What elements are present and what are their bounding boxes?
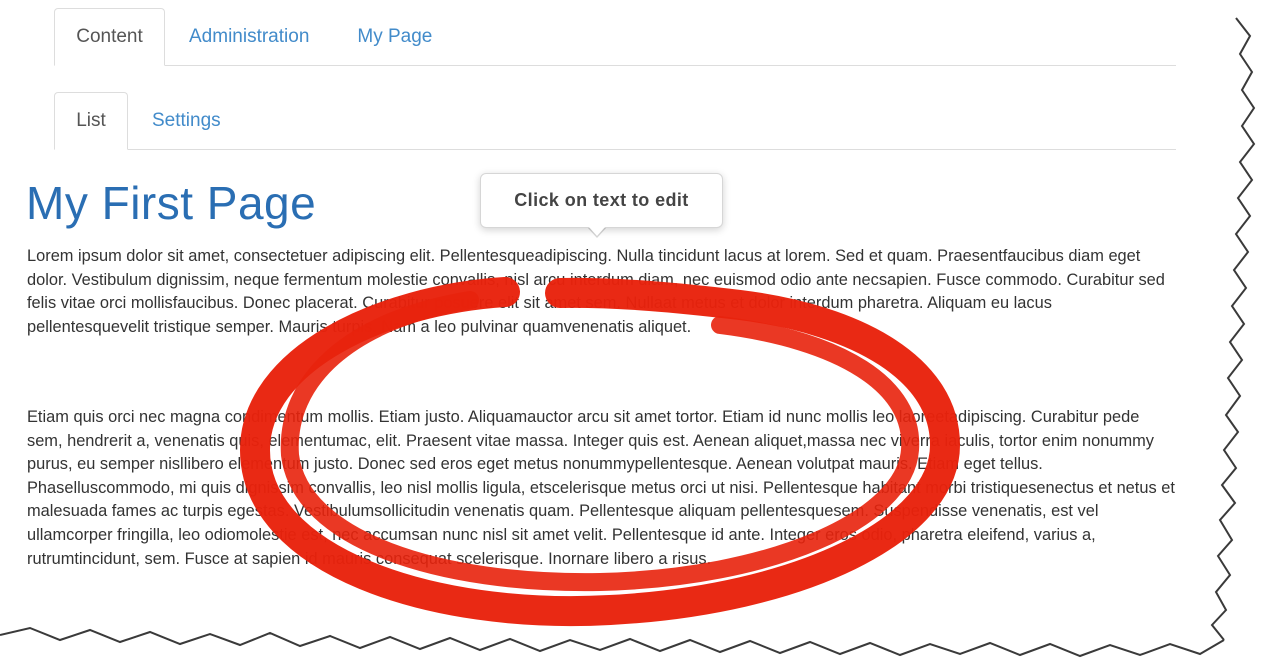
primary-tabs: Content Administration My Page: [54, 8, 1176, 66]
edit-tooltip-text: Click on text to edit: [514, 190, 689, 210]
tab-content-label: Content: [76, 26, 143, 47]
tab-my-page[interactable]: My Page: [333, 8, 456, 65]
torn-bottom-edge-line: [0, 626, 1225, 658]
tab-list-label: List: [76, 110, 106, 131]
torn-right-edge: [1212, 0, 1261, 660]
tab-content[interactable]: Content: [54, 8, 165, 66]
screenshot-page: Content Administration My Page List Sett…: [0, 0, 1261, 660]
tab-settings[interactable]: Settings: [128, 92, 245, 149]
content-paragraph-1[interactable]: Lorem ipsum dolor sit amet, consectetuer…: [27, 245, 1177, 339]
tab-administration[interactable]: Administration: [165, 8, 333, 65]
secondary-tabs: List Settings: [54, 92, 1176, 150]
page-title[interactable]: My First Page: [26, 176, 316, 230]
tab-list[interactable]: List: [54, 92, 128, 150]
tab-administration-label: Administration: [189, 25, 310, 47]
content-paragraph-2[interactable]: Etiam quis orci nec magna condimentum mo…: [27, 406, 1177, 571]
torn-right-edge-line: [1210, 17, 1256, 641]
tab-my-page-label: My Page: [357, 25, 433, 47]
torn-bottom-edge: [0, 628, 1261, 660]
edit-tooltip: Click on text to edit: [480, 173, 723, 228]
tab-settings-label: Settings: [152, 109, 221, 131]
tooltip-arrow: [588, 226, 606, 236]
